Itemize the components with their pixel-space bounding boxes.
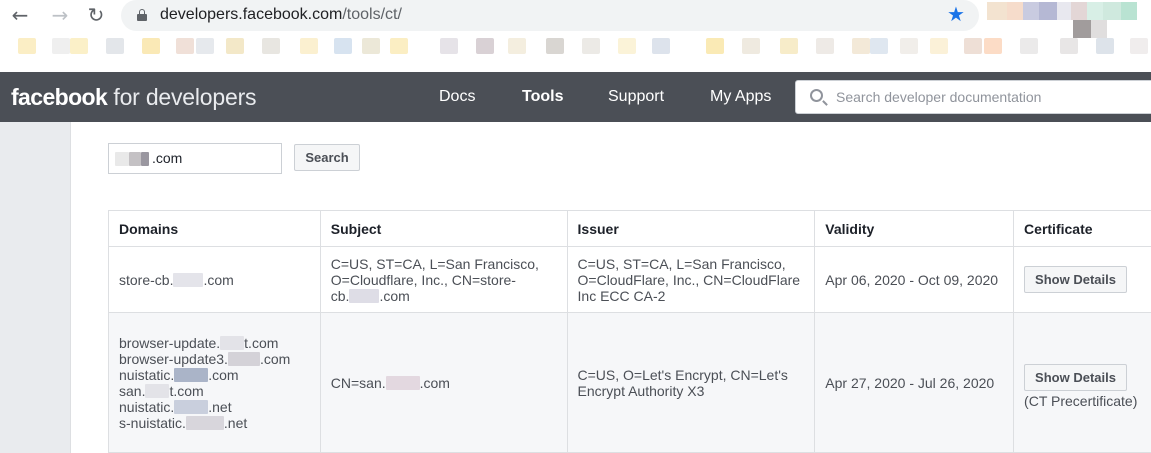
domain-line: san. t.com — [119, 383, 310, 399]
redacted-text — [349, 288, 380, 303]
domain-text: s-nuistatic. — [119, 414, 186, 431]
validity-cell: Apr 27, 2020 - Jul 26, 2020 — [814, 312, 1015, 453]
subject-text: .com — [419, 374, 450, 391]
domain-text: nuistatic. — [119, 398, 175, 415]
redacted-text — [220, 335, 245, 350]
domain-line: browser-update3. .com — [119, 351, 310, 367]
domain-text: nuistatic. — [119, 366, 175, 383]
certificate-cell: Show Details — [1013, 246, 1151, 313]
nav-docs[interactable]: Docs — [439, 88, 475, 106]
extensions-area — [985, 0, 1151, 38]
address-bar[interactable]: developers.facebook.com/tools/ct/ ★ — [121, 0, 979, 31]
domains-cell: browser-update. t.com browser-update3. .co… — [108, 312, 321, 453]
nav-my-apps[interactable]: My Apps — [710, 88, 771, 106]
domains-cell: store-cb. .com — [108, 246, 321, 313]
domain-text: t.com — [244, 334, 279, 351]
domain-line: nuistatic. .com — [119, 367, 310, 383]
table-header-row: Domains Subject Issuer Validity Certific… — [108, 210, 1151, 247]
issuer-cell: C=US, O=Let's Encrypt, CN=Let's Encrypt … — [566, 312, 816, 453]
logo-facebook-text: facebook — [11, 84, 108, 110]
domain-text: .com — [203, 271, 234, 288]
ct-precertificate-note: (CT Precertificate) — [1024, 393, 1138, 409]
table-row: browser-update. t.com browser-update3. .co… — [108, 312, 1151, 453]
domain-text: .com — [208, 366, 239, 383]
column-header-certificate: Certificate — [1013, 210, 1151, 247]
url-path: /tools/ct/ — [342, 6, 402, 23]
domain-text: .com — [259, 350, 291, 367]
facebook-for-developers-logo[interactable]: facebook for developers — [11, 84, 257, 111]
search-icon — [810, 89, 823, 102]
subject-text: CN=san. — [330, 374, 386, 391]
subject-text-line3: cb. .com — [331, 288, 557, 304]
domain-text: store-cb. — [119, 271, 174, 288]
browser-chrome: ← → ↻ developers.facebook.com/tools/ct/ … — [0, 0, 1151, 72]
redacted-text — [185, 415, 224, 430]
subject-text: .com — [379, 287, 410, 304]
redacted-text — [174, 399, 209, 414]
domain-text: .net — [208, 398, 232, 415]
validity-cell: Apr 06, 2020 - Oct 09, 2020 — [814, 246, 1015, 313]
subject-cell: C=US, ST=CA, L=San Francisco, O=Cloudfla… — [319, 246, 568, 313]
show-details-button[interactable]: Show Details — [1024, 266, 1127, 293]
nav-support[interactable]: Support — [608, 88, 664, 106]
redacted-text — [227, 351, 260, 366]
table-row: store-cb. .com C=US, ST=CA, L=San Francis… — [108, 246, 1151, 313]
redacted-text — [115, 152, 129, 166]
bookmark-star-icon[interactable]: ★ — [947, 2, 965, 26]
redacted-text — [129, 152, 141, 166]
back-icon[interactable]: ← — [8, 3, 32, 27]
show-details-button[interactable]: Show Details — [1024, 364, 1127, 391]
redacted-text — [173, 272, 204, 287]
column-header-subject: Subject — [319, 210, 568, 247]
url-domain: developers.facebook.com — [160, 6, 343, 23]
subject-text: cb. — [330, 287, 350, 304]
redacted-text — [385, 375, 420, 390]
subject-cell: CN=san. .com — [319, 312, 568, 453]
column-header-validity: Validity — [814, 210, 1015, 247]
lock-icon — [137, 9, 147, 21]
certificate-cell: Show Details (CT Precertificate) — [1013, 312, 1151, 453]
domain-text: san. — [119, 382, 146, 399]
logo-for-developers-text: for developers — [113, 84, 257, 110]
forward-icon[interactable]: → — [48, 3, 72, 27]
domain-text: .net — [223, 414, 248, 431]
url-text: developers.facebook.com/tools/ct/ — [160, 6, 402, 24]
subject-text: C=US, ST=CA, L=San Francisco, — [330, 255, 539, 272]
domain-text: browser-update3. — [119, 350, 228, 367]
issuer-cell: C=US, ST=CA, L=San Francisco, O=CloudFla… — [566, 246, 816, 313]
ct-results-table: Domains Subject Issuer Validity Certific… — [108, 210, 1151, 453]
redacted-text — [141, 152, 149, 166]
subject-text: O=Cloudflare, Inc., CN=store- — [330, 271, 516, 288]
docs-search-input[interactable] — [836, 87, 1146, 107]
search-button[interactable]: Search — [294, 144, 360, 171]
nav-tools[interactable]: Tools — [522, 88, 563, 106]
bookmarks-bar — [0, 36, 1151, 60]
domain-query-suffix: .com — [152, 150, 183, 166]
redacted-text — [145, 383, 170, 398]
domain-query-input[interactable]: .com — [108, 143, 282, 174]
reload-icon[interactable]: ↻ — [84, 3, 108, 27]
column-header-issuer: Issuer — [566, 210, 816, 247]
left-sidebar — [0, 122, 71, 453]
domain-line: nuistatic. .net — [119, 399, 310, 415]
domain-line: browser-update. t.com — [119, 335, 310, 351]
column-header-domains: Domains — [108, 210, 321, 247]
redacted-text — [174, 367, 209, 382]
domain-text: browser-update. — [119, 334, 221, 351]
docs-search-box[interactable] — [795, 80, 1151, 114]
domain-text: t.com — [169, 382, 204, 399]
domain-line: s-nuistatic. .net — [119, 415, 310, 431]
